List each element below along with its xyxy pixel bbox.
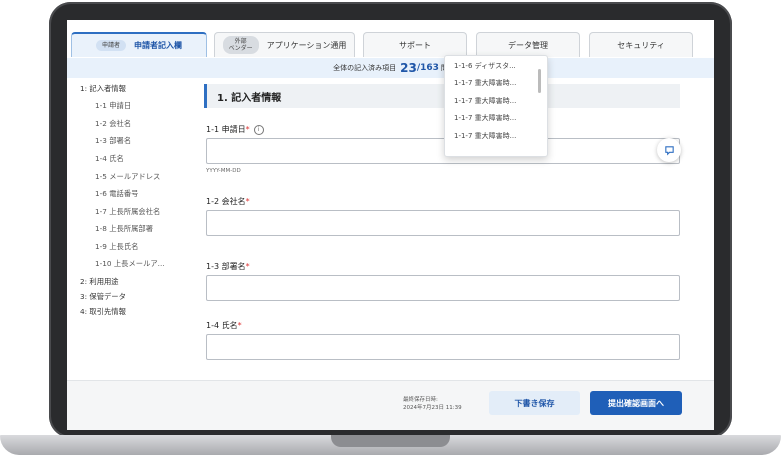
sidebar-item-section-2[interactable]: 2: 利用用途 bbox=[80, 277, 119, 287]
required-mark: * bbox=[245, 197, 250, 206]
tab-security[interactable]: セキュリティ bbox=[589, 32, 693, 57]
dropdown-item[interactable]: 1-1-7 重大障害時... bbox=[454, 78, 516, 88]
sidebar-item-1-4[interactable]: 1-4 氏名 bbox=[95, 154, 124, 164]
department-field[interactable] bbox=[206, 275, 680, 301]
last-saved: 最終保存日時: 2024年7月23日 11:39 bbox=[403, 396, 462, 412]
save-draft-button[interactable]: 下書き保存 bbox=[489, 391, 580, 415]
field-label-name: 1-4 氏名* bbox=[206, 320, 242, 331]
date-hint: YYYY-MM-DD bbox=[206, 168, 241, 174]
submit-confirm-button[interactable]: 提出確認画面へ bbox=[590, 391, 682, 415]
date-field[interactable] bbox=[206, 138, 680, 164]
name-field[interactable] bbox=[206, 334, 680, 360]
tab-support[interactable]: サポート bbox=[363, 32, 467, 57]
field-label-company: 1-2 会社名* bbox=[206, 196, 250, 207]
company-field[interactable] bbox=[206, 210, 680, 236]
dropdown-item[interactable]: 1-1-7 重大障害時... bbox=[454, 113, 516, 123]
sidebar-item-section-1[interactable]: 1: 記入者情報 bbox=[80, 84, 126, 94]
tab-bar: 申請者 申請者記入欄 外部 ベンダー アプリケーション通用 サポート データ管理… bbox=[67, 20, 714, 60]
dropdown-item[interactable]: 1-1-7 重大障害時... bbox=[454, 131, 516, 141]
dropdown-scrollbar[interactable] bbox=[538, 69, 541, 93]
tab-vendor[interactable]: 外部 ベンダー アプリケーション通用 bbox=[214, 32, 355, 57]
progress-total: /163 bbox=[416, 63, 439, 73]
sidebar-item-1-1[interactable]: 1-1 申請日 bbox=[95, 101, 131, 111]
required-mark: * bbox=[245, 125, 250, 134]
sidebar-item-1-2[interactable]: 1-2 会社名 bbox=[95, 119, 131, 129]
sidebar: 1: 記入者情報 1-1 申請日 1-2 会社名 1-3 部署名 1-4 氏名 … bbox=[67, 80, 191, 380]
sidebar-item-1-8[interactable]: 1-8 上長所属部署 bbox=[95, 224, 153, 234]
chat-button[interactable] bbox=[657, 138, 681, 162]
required-mark: * bbox=[237, 321, 242, 330]
sidebar-item-1-3[interactable]: 1-3 部署名 bbox=[95, 136, 131, 146]
app-screen: 申請者 申請者記入欄 外部 ベンダー アプリケーション通用 サポート データ管理… bbox=[67, 20, 714, 430]
tab-data-management[interactable]: データ管理 bbox=[476, 32, 580, 57]
progress-current: 23 bbox=[400, 61, 417, 75]
field-label-text: 1-1 申請日 bbox=[206, 125, 246, 134]
footer-bar: 最終保存日時: 2024年7月23日 11:39 下書き保存 提出確認画面へ bbox=[67, 380, 714, 430]
tab-label: 申請者記入欄 bbox=[134, 41, 182, 50]
field-label-date: 1-1 申請日* i bbox=[206, 124, 264, 135]
section-title: 1. 記入者情報 bbox=[204, 84, 680, 108]
sidebar-item-1-10[interactable]: 1-10 上長メールア... bbox=[95, 259, 165, 269]
chat-icon bbox=[664, 145, 674, 155]
last-saved-label: 最終保存日時: bbox=[403, 397, 438, 403]
sidebar-item-section-3[interactable]: 3: 保管データ bbox=[80, 292, 126, 302]
required-mark: * bbox=[245, 262, 250, 271]
sidebar-item-1-9[interactable]: 1-9 上長氏名 bbox=[95, 242, 138, 252]
field-label-text: 1-4 氏名 bbox=[206, 321, 238, 330]
laptop-notch bbox=[331, 435, 450, 447]
progress-prefix: 全体の記入済み項目 bbox=[333, 64, 397, 72]
progress-bar: 全体の記入済み項目 23 /163 問 bbox=[67, 58, 714, 78]
tab-pill: 申請者 bbox=[95, 40, 126, 51]
last-saved-value: 2024年7月23日 11:39 bbox=[403, 405, 462, 411]
field-label-department: 1-3 部署名* bbox=[206, 261, 250, 272]
dropdown-item[interactable]: 1-1-7 重大障害時... bbox=[454, 96, 516, 106]
field-label-text: 1-3 部署名 bbox=[206, 262, 246, 271]
dropdown-item[interactable]: 1-1-6 ディザスタ... bbox=[454, 61, 516, 71]
tab-label: サポート bbox=[399, 40, 431, 50]
tab-applicant[interactable]: 申請者 申請者記入欄 bbox=[71, 32, 207, 57]
tab-pill: 外部 ベンダー bbox=[222, 36, 259, 54]
sidebar-item-1-7[interactable]: 1-7 上長所属会社名 bbox=[95, 207, 160, 217]
tab-label: データ管理 bbox=[508, 40, 548, 50]
tab-label: アプリケーション通用 bbox=[266, 40, 347, 50]
sidebar-item-1-5[interactable]: 1-5 メールアドレス bbox=[95, 172, 160, 182]
info-icon[interactable]: i bbox=[253, 124, 264, 135]
sidebar-item-1-6[interactable]: 1-6 電話番号 bbox=[95, 189, 138, 199]
tab-label: セキュリティ bbox=[617, 40, 665, 50]
field-label-text: 1-2 会社名 bbox=[206, 197, 246, 206]
dropdown-menu: 1-1-6 ディザスタ... 1-1-7 重大障害時... 1-1-7 重大障害… bbox=[444, 55, 548, 157]
sidebar-item-section-4[interactable]: 4: 取引先情報 bbox=[80, 307, 126, 317]
